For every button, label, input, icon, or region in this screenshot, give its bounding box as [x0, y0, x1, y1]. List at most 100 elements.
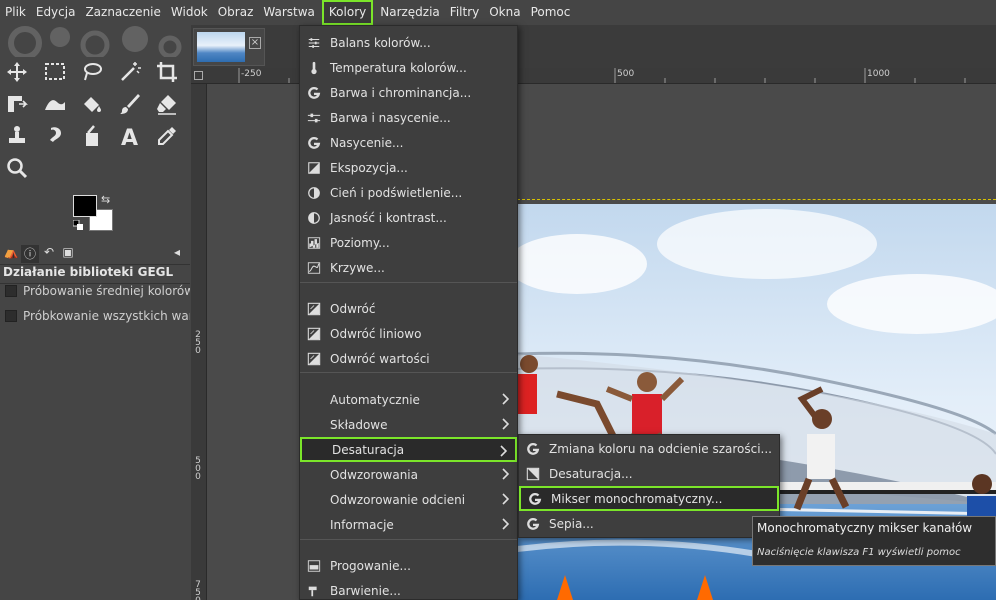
curves-icon [306, 260, 322, 276]
balance-icon [306, 35, 322, 51]
kolory-menu-item[interactable]: Desaturacja [300, 437, 517, 462]
kolory-menu-item[interactable]: Informacje [300, 512, 517, 537]
menu-item-label: Krzywe... [330, 260, 385, 275]
gegl-option-average[interactable]: Próbowanie średniej kolorów [5, 283, 190, 299]
desaturacja-menu-item[interactable]: Mikser monochromatyczny... [519, 486, 779, 511]
kolory-menu-item[interactable]: Odwróć [300, 296, 517, 321]
menu-obraz[interactable]: Obraz [213, 0, 259, 25]
paintbrush-icon[interactable] [116, 90, 144, 118]
zoom-icon[interactable] [3, 154, 31, 182]
kolory-menu-item[interactable]: Odwróć liniowo [300, 321, 517, 346]
clone-icon[interactable] [3, 122, 31, 150]
kolory-menu-item[interactable]: Krzywe... [300, 255, 517, 280]
kolory-menu-item[interactable]: Ekspozycja... [300, 155, 517, 180]
kolory-menu-item[interactable]: Odwróć wartości [300, 346, 517, 371]
chevron-right-icon [502, 493, 509, 505]
menu-item-label: Składowe [330, 417, 388, 432]
menu-warstwa[interactable]: Warstwa [258, 0, 320, 25]
images-tab-icon[interactable]: ▣ [59, 245, 77, 263]
gegl-option-merged[interactable]: Próbkowanie wszystkich war [5, 308, 190, 324]
dodge-burn-icon[interactable] [78, 122, 106, 150]
menu-kolory[interactable]: Kolory [321, 0, 374, 25]
canvas-boundary [517, 199, 996, 201]
kolory-menu-item[interactable]: Jasność i kontrast... [300, 205, 517, 230]
menu-item-label: Mikser monochromatyczny... [551, 491, 723, 506]
kolory-menu-item[interactable]: Nasycenie... [300, 130, 517, 155]
empty-icon-slot [306, 517, 322, 533]
ruler-label: 500 [195, 456, 201, 482]
kolory-menu-item[interactable]: Balans kolorów... [300, 30, 517, 55]
kolory-menu-item[interactable]: Barwa i chrominancja... [300, 80, 517, 105]
reset-colors-icon[interactable] [73, 220, 83, 230]
device-status-tab-icon[interactable]: ⓘ [21, 245, 39, 263]
desaturacja-menu-item[interactable]: Zmiana koloru na odcienie szarości... [519, 436, 779, 461]
move-tool-icon[interactable] [3, 58, 31, 86]
smudge-icon[interactable] [41, 122, 69, 150]
menu-filtry[interactable]: Filtry [445, 0, 484, 25]
checkbox[interactable] [5, 285, 17, 297]
kolory-menu-item[interactable]: Poziomy... [300, 230, 517, 255]
dock-tabs: ⛺ ⓘ ↶ ▣ ◂ [0, 243, 190, 265]
swap-colors-icon[interactable]: ⇆ [101, 193, 110, 206]
configure-tab-icon[interactable]: ◂ [168, 245, 186, 263]
kolory-menu-item[interactable]: Barwa i nasycenie... [300, 105, 517, 130]
desaturacja-menu-item[interactable]: Sepia... [519, 511, 779, 536]
kolory-menu: Balans kolorów... Temperatura kolorów... B… [299, 25, 518, 600]
vertical-ruler[interactable]: 250 500 750 [191, 84, 207, 600]
menu-item-label: Poziomy... [330, 235, 390, 250]
kolory-menu-item[interactable]: Progowanie... [300, 553, 517, 578]
kolory-menu-item[interactable]: Cień i podświetlenie... [300, 180, 517, 205]
checkbox[interactable] [5, 310, 17, 322]
chevron-right-icon [502, 393, 509, 405]
menu-edycja[interactable]: Edycja [31, 0, 81, 25]
undo-history-tab-icon[interactable]: ↶ [40, 245, 58, 263]
bucket-fill-icon[interactable] [78, 90, 106, 118]
hue-sat-icon [306, 110, 322, 126]
color-swatches: ⇆ [73, 193, 117, 235]
kolory-menu-item[interactable]: Odwzorowania [300, 462, 517, 487]
menu-plik[interactable]: Plik [0, 0, 31, 25]
crop-icon[interactable] [153, 58, 181, 86]
menu-pomoc[interactable]: Pomoc [526, 0, 576, 25]
menu-widok[interactable]: Widok [166, 0, 213, 25]
invert-icon [306, 301, 322, 317]
empty-icon-slot [306, 492, 322, 508]
empty-icon-slot [308, 442, 324, 458]
menu-item-label: Jasność i kontrast... [330, 210, 447, 225]
color-picker-icon[interactable] [153, 122, 181, 150]
kolory-menu-item[interactable]: Odwzorowanie odcieni [300, 487, 517, 512]
desaturacja-submenu: Zmiana koloru na odcienie szarości... Des… [518, 434, 780, 538]
levels-icon [306, 235, 322, 251]
close-tab-icon[interactable]: × [249, 37, 261, 49]
menu-item-label: Odwróć wartości [330, 351, 430, 366]
foreground-color[interactable] [73, 195, 97, 217]
eraser-icon[interactable] [153, 90, 181, 118]
menu-item-label: Nasycenie... [330, 135, 404, 150]
menu-separator [300, 372, 517, 373]
menu-zaznaczenie[interactable]: Zaznaczenie [80, 0, 165, 25]
image-tab[interactable]: × [193, 28, 265, 66]
threshold-icon [306, 558, 322, 574]
desaturacja-menu-item[interactable]: Desaturacja... [519, 461, 779, 486]
chevron-right-icon [500, 445, 507, 457]
gegl-operation-title: Działanie biblioteki GEGL [3, 265, 174, 279]
fuzzy-select-icon[interactable] [116, 58, 144, 86]
kolory-menu-item[interactable]: Składowe [300, 412, 517, 437]
kolory-menu-item[interactable]: Automatycznie [300, 387, 517, 412]
kolory-menu-item[interactable]: Barwienie... [300, 578, 517, 600]
menu-okna[interactable]: Okna [484, 0, 525, 25]
image-thumbnail [197, 32, 245, 62]
menu-narzedzia[interactable]: Narzędzia [375, 0, 445, 25]
rect-select-icon[interactable] [41, 58, 69, 86]
unified-transform-icon[interactable] [3, 90, 31, 118]
lasso-icon[interactable] [78, 58, 106, 86]
menu-separator [300, 282, 517, 283]
gegl-option-label: Próbkowanie wszystkich war [23, 309, 190, 323]
invert-icon [306, 326, 322, 342]
warp-transform-icon[interactable] [41, 90, 69, 118]
tool-options-tab-icon[interactable]: ⛺ [2, 245, 20, 263]
kolory-menu-item[interactable]: Temperatura kolorów... [300, 55, 517, 80]
menu-item-label: Ekspozycja... [330, 160, 408, 175]
menu-item-label: Balans kolorów... [330, 35, 431, 50]
text-tool-icon[interactable]: A [116, 122, 144, 150]
